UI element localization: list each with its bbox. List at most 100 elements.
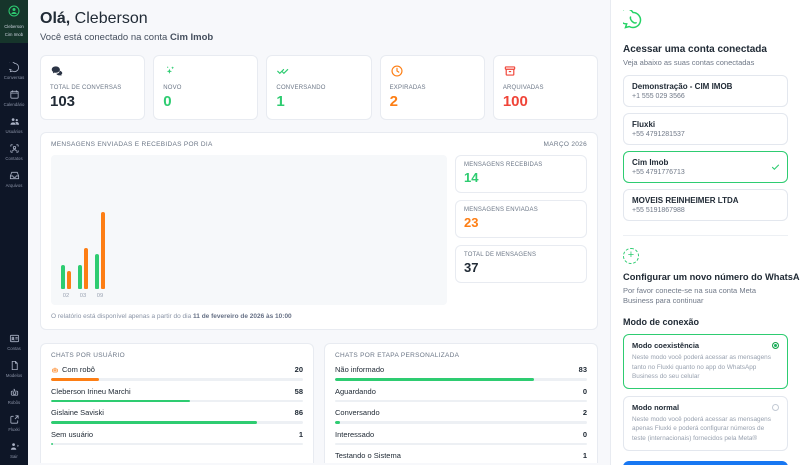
bar (84, 248, 88, 289)
chart-period-selector[interactable]: MARÇO 2026 (544, 141, 587, 148)
row-value: 1 (583, 451, 587, 460)
bar (67, 271, 71, 289)
stat-card-arquivadas[interactable]: ARQUIVADAS 100 (493, 55, 598, 120)
sparkles-icon (163, 64, 177, 78)
account-card-cim-imob[interactable]: Cim Imob +55 4791776713 (623, 151, 788, 183)
list-item[interactable]: Não informado83 (335, 365, 587, 381)
sidebar-item-contatos[interactable]: Contatos (0, 138, 28, 165)
progress-track (51, 443, 303, 446)
subtitle-text: Você está conectado na conta (40, 32, 170, 43)
report-availability-note: O relatório está disponível apenas a par… (51, 313, 587, 320)
summary-card-total: TOTAL DE MENSAGENS 37 (455, 245, 587, 283)
sidebar-item-label: Arquivos (1, 183, 27, 188)
id-card-icon (9, 333, 20, 344)
list-item[interactable]: Cleberson Irineu Marchi58 (51, 387, 303, 403)
account-name: Demonstração - CIM IMOB (632, 82, 779, 91)
panel-divider (623, 235, 788, 236)
sidebar-item-label: Robôs (1, 400, 27, 405)
sidebar-item-label: Calendário (1, 102, 27, 107)
account-card-moveis-reinheimer[interactable]: MOVEIS REINHEIMER LTDA +55 5191867988 (623, 189, 788, 221)
archive-box-icon (503, 64, 517, 78)
bar-group-day-02: 02 (61, 265, 71, 299)
sidebar-item-contas[interactable]: Contas (0, 328, 28, 355)
bar-x-label: 02 (63, 293, 69, 299)
bar (95, 254, 99, 289)
stat-label: TOTAL DE CONVERSAS (50, 85, 135, 91)
sidebar-item-calendario[interactable]: Calendário (0, 84, 28, 111)
list-item[interactable]: Gislaine Saviski86 (51, 408, 303, 424)
stat-label: CONVERSANDO (276, 85, 361, 91)
add-number-icon[interactable] (623, 248, 639, 264)
list-item[interactable]: Aguardando0 (335, 387, 587, 403)
sidebar-item-sair[interactable]: Sair (0, 436, 28, 463)
whatsapp-icon (623, 10, 643, 30)
sidebar-item-usuarios[interactable]: Usuários (0, 111, 28, 138)
radio-selected-icon[interactable] (772, 342, 779, 349)
stat-card-total-conversas[interactable]: TOTAL DE CONVERSAS 103 (40, 55, 145, 120)
sidebar: Cleberson Cim Imob Conversas Calendário … (0, 0, 28, 465)
row-value: 1 (299, 430, 303, 439)
stat-value: 103 (50, 93, 135, 110)
sidebar-item-label: Contas (1, 346, 27, 351)
mode-option-coexistencia[interactable]: Modo coexistência Neste modo você poderá… (623, 334, 788, 389)
mode-name: Modo coexistência (632, 341, 699, 350)
account-card-demonstracao[interactable]: Demonstração - CIM IMOB +1 555 029 3566 (623, 75, 788, 107)
row-label: Não informado (335, 365, 384, 374)
double-check-icon (276, 64, 290, 78)
sidebar-item-modelos[interactable]: Modelos (0, 355, 28, 382)
stat-card-novo[interactable]: NOVO 0 (153, 55, 258, 120)
list-item[interactable]: Sem usuário1 (51, 430, 303, 446)
progress-track (51, 378, 303, 381)
note-date: 11 de fevereiro de 2026 às 10:00 (193, 313, 292, 320)
stat-card-conversando[interactable]: CONVERSANDO 1 (266, 55, 371, 120)
account-card-fluxki[interactable]: Fluxki +55 4791281537 (623, 113, 788, 145)
page-title: Olá, Cleberson (40, 10, 598, 28)
bar (78, 265, 82, 289)
list-item[interactable]: Conversando2 (335, 408, 587, 424)
account-phone: +1 555 029 3566 (632, 93, 779, 100)
list-item[interactable]: Testando o Sistema 1 (335, 451, 587, 463)
row-value: 0 (583, 430, 587, 439)
whatsapp-panel: Acessar uma conta conectada Veja abaixo … (610, 0, 800, 465)
stat-card-expiradas[interactable]: EXPIRADAS 2 (380, 55, 485, 120)
row-label: Interessado (335, 430, 374, 439)
row-value: 58 (295, 387, 303, 396)
sidebar-profile[interactable]: Cleberson Cim Imob (0, 0, 28, 43)
progress-track (335, 443, 587, 446)
progress-track (51, 400, 303, 403)
chats-by-stage-card: CHATS POR ETAPA PERSONALIZADA Não inform… (324, 343, 598, 463)
stat-value: 2 (390, 93, 475, 110)
connect-meta-business-button[interactable]: Conectar com o Meta Business (623, 461, 788, 465)
avatar-icon (8, 5, 20, 17)
progress-fill (335, 421, 340, 424)
progress-fill (51, 443, 53, 446)
bar (61, 265, 65, 289)
chats-icon (50, 64, 64, 78)
sidebar-item-robos[interactable]: Robôs (0, 382, 28, 409)
row-value: 2 (583, 408, 587, 417)
progress-track (335, 421, 587, 424)
sidebar-item-conversas[interactable]: Conversas (0, 57, 28, 84)
stats-row: TOTAL DE CONVERSAS 103 NOVO 0 CONVERSAND… (40, 55, 598, 120)
row-value: 86 (295, 408, 303, 417)
row-label: Testando o Sistema (335, 451, 401, 460)
sidebar-item-arquivos[interactable]: Arquivos (0, 165, 28, 192)
list-item[interactable]: Com robô 20 (51, 365, 303, 381)
main-content: Olá, Cleberson Você está conectado na co… (28, 0, 610, 465)
progress-track (51, 421, 303, 424)
summary-label: MENSAGENS ENVIADAS (464, 207, 578, 213)
logout-icon (9, 441, 20, 452)
mode-option-normal[interactable]: Modo normal Neste modo você poderá acess… (623, 396, 788, 451)
sidebar-item-label: Modelos (1, 373, 27, 378)
greeting-bold: Olá, (40, 10, 70, 27)
greeting-name: Cleberson (70, 10, 147, 27)
sidebar-item-fluxki[interactable]: Fluxki (0, 409, 28, 436)
summary-value: 14 (464, 170, 578, 185)
progress-fill (51, 378, 99, 381)
list-item[interactable]: Interessado 0 (335, 430, 587, 446)
radio-unselected-icon[interactable] (772, 404, 779, 411)
bottom-lists-row: CHATS POR USUÁRIO Com robô 20 Cleberson … (40, 343, 598, 463)
bar (101, 212, 105, 289)
subtitle-account: Cim Imob (170, 32, 213, 43)
stat-label: EXPIRADAS (390, 85, 475, 91)
